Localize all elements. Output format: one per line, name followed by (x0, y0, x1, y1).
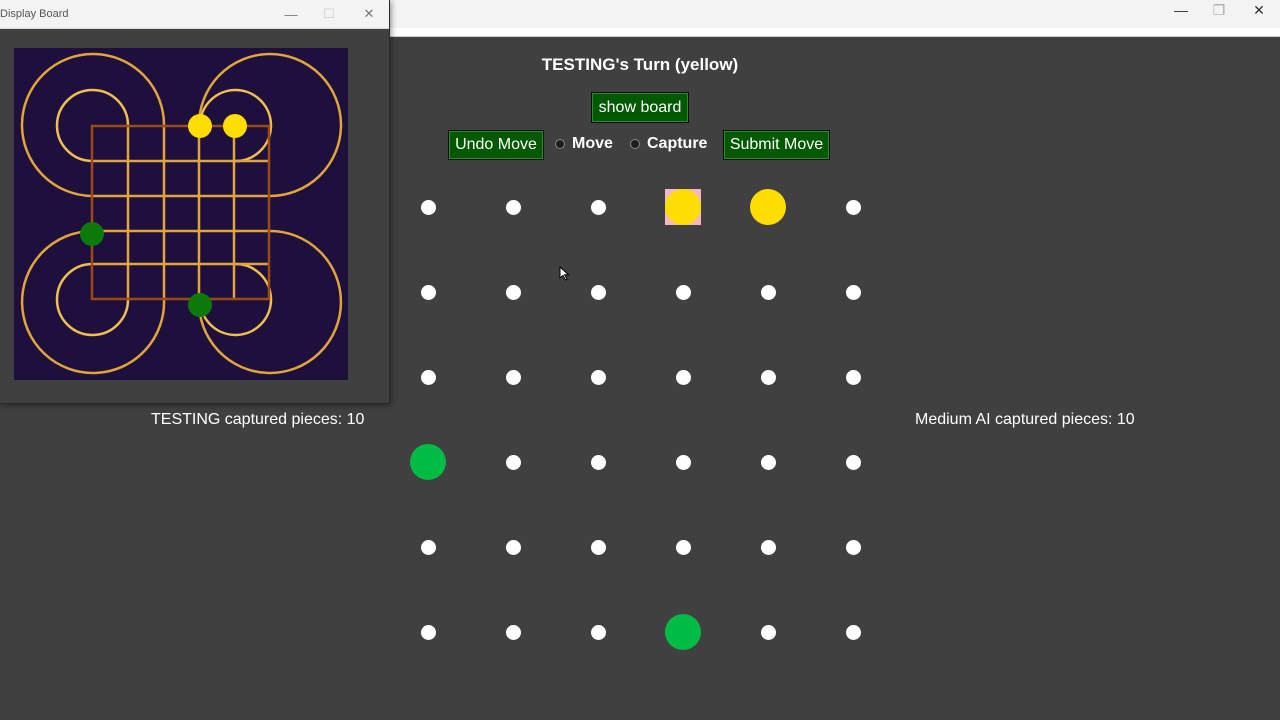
display-window-title: Display Board (0, 8, 69, 20)
surakarta-board-display (14, 48, 348, 380)
minimize-icon[interactable]: — (1162, 0, 1200, 20)
board-point[interactable] (675, 539, 691, 555)
board-point[interactable] (845, 454, 861, 470)
board-point[interactable] (505, 454, 521, 470)
board-point[interactable] (675, 284, 691, 300)
board-point[interactable] (760, 624, 776, 640)
yellow-piece[interactable] (665, 189, 701, 225)
board-point[interactable] (845, 199, 861, 215)
maximize-icon[interactable]: ❐ (1200, 0, 1238, 20)
green-piece[interactable] (410, 444, 446, 480)
board-point[interactable] (760, 284, 776, 300)
player-captured-count: TESTING captured pieces: 10 (151, 411, 365, 428)
close-icon[interactable]: ✕ (1240, 0, 1278, 20)
display-yellow-piece (223, 114, 247, 138)
board-point[interactable] (505, 539, 521, 555)
board-point[interactable] (505, 369, 521, 385)
board-point[interactable] (590, 454, 606, 470)
display-window-titlebar: Display Board — ☐ ✕ (0, 0, 389, 29)
board-point[interactable] (590, 539, 606, 555)
move-radio[interactable]: Move (555, 135, 613, 153)
board-point[interactable] (420, 284, 436, 300)
submit-move-button[interactable]: Submit Move (723, 130, 830, 160)
board-point[interactable] (760, 539, 776, 555)
display-green-piece (80, 222, 104, 246)
undo-move-button[interactable]: Undo Move (448, 130, 544, 160)
board-point[interactable] (845, 624, 861, 640)
board-point[interactable] (420, 624, 436, 640)
main-window-menu-strip (389, 28, 1280, 37)
board-point[interactable] (845, 369, 861, 385)
board-point[interactable] (505, 624, 521, 640)
board-point[interactable] (505, 199, 521, 215)
board-background (14, 48, 348, 380)
close-icon[interactable]: ✕ (354, 5, 384, 23)
board-point[interactable] (590, 199, 606, 215)
board-point[interactable] (420, 199, 436, 215)
minimize-icon[interactable]: — (276, 5, 306, 23)
board-point[interactable] (420, 539, 436, 555)
board-point[interactable] (590, 624, 606, 640)
board-point[interactable] (845, 539, 861, 555)
maximize-icon[interactable]: ☐ (314, 5, 344, 23)
mouse-cursor-icon (559, 266, 570, 281)
display-board-window: Display Board — ☐ ✕ (0, 0, 390, 404)
board-point[interactable] (505, 284, 521, 300)
display-yellow-piece (188, 114, 212, 138)
radio-dot-icon (630, 139, 640, 149)
board-point[interactable] (590, 284, 606, 300)
yellow-piece[interactable] (750, 189, 786, 225)
board-point[interactable] (760, 454, 776, 470)
radio-dot-icon (555, 139, 565, 149)
board-point[interactable] (420, 369, 436, 385)
show-board-button[interactable]: show board (591, 92, 689, 123)
board-point[interactable] (590, 369, 606, 385)
green-piece[interactable] (665, 614, 701, 650)
ai-captured-count: Medium AI captured pieces: 10 (915, 411, 1135, 428)
board-point[interactable] (760, 369, 776, 385)
board-point[interactable] (675, 369, 691, 385)
display-green-piece (188, 293, 212, 317)
capture-radio[interactable]: Capture (630, 135, 707, 153)
board-point[interactable] (845, 284, 861, 300)
turn-title: TESTING's Turn (yellow) (541, 55, 739, 74)
move-radio-label: Move (572, 135, 613, 152)
board-point[interactable] (675, 454, 691, 470)
capture-radio-label: Capture (647, 135, 708, 152)
